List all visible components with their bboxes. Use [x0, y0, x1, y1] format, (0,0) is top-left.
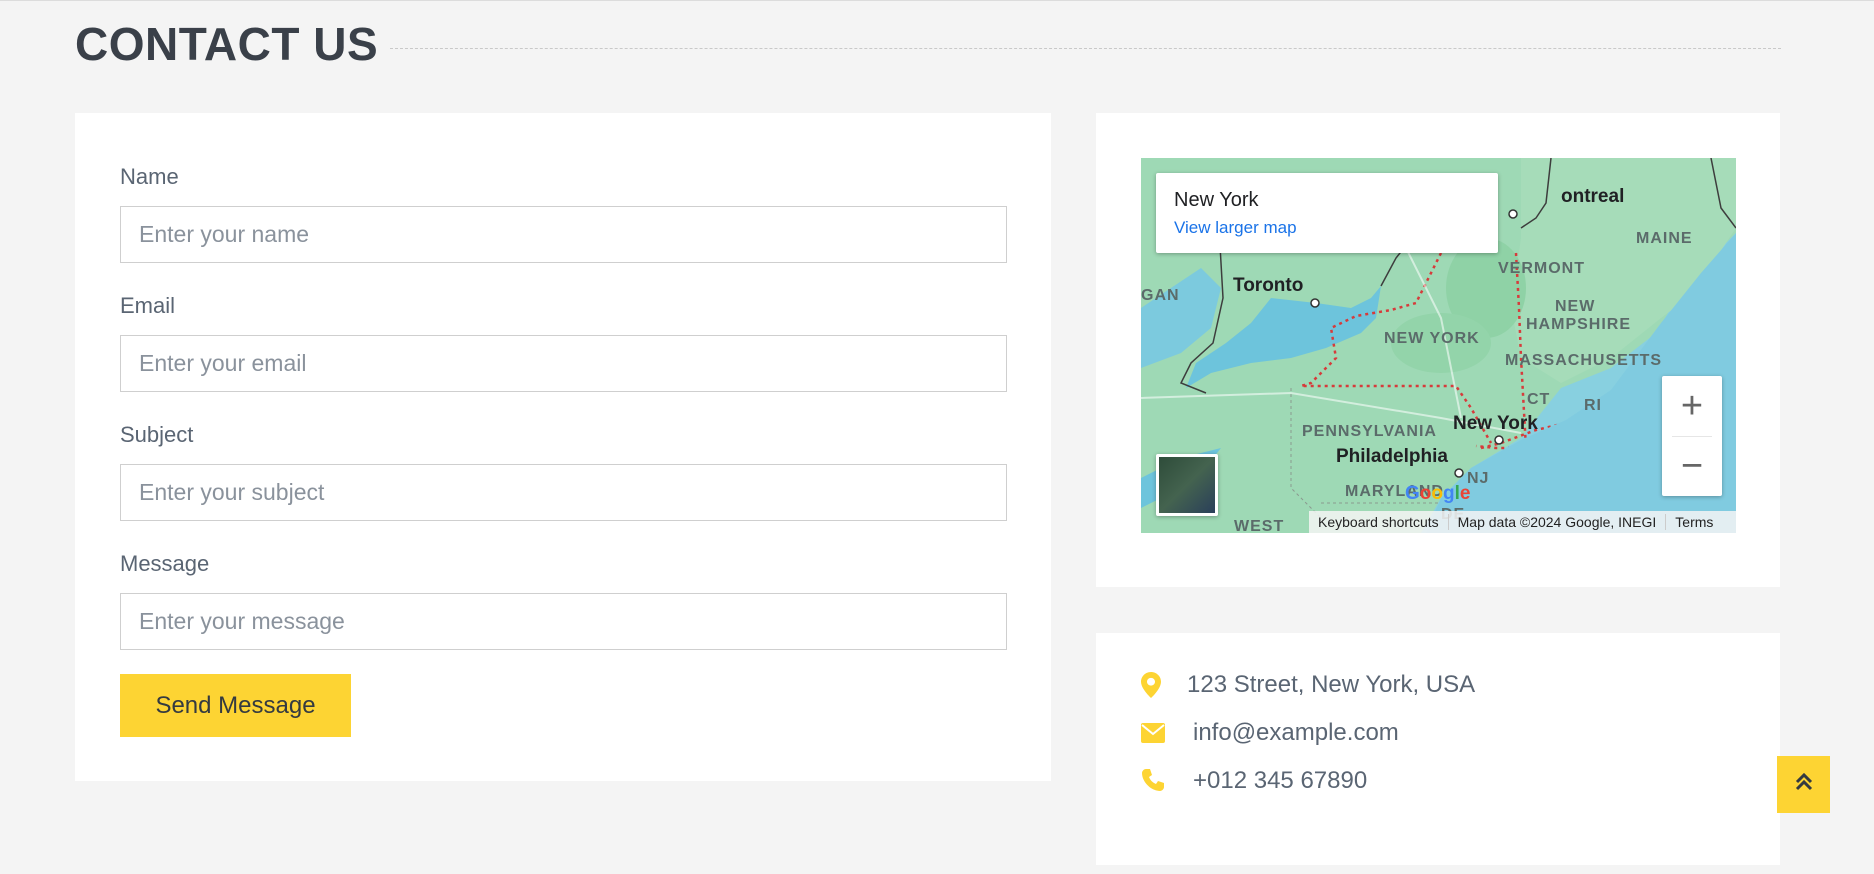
map-label-ri: RI: [1584, 397, 1602, 414]
title-divider: [390, 48, 1781, 49]
map-label-maine: MAINE: [1636, 230, 1693, 247]
map-card: ontreal MAINE VERMONT GAN Toronto NEW HA…: [1096, 113, 1780, 587]
satellite-layer-toggle[interactable]: [1156, 454, 1218, 516]
map-label-new-york-state: NEW YORK: [1384, 330, 1480, 347]
map-label-toronto: Toronto: [1233, 275, 1304, 296]
map-place-name: New York: [1174, 189, 1259, 211]
map-label-philadelphia: Philadelphia: [1336, 446, 1448, 467]
email-text: info@example.com: [1193, 719, 1399, 746]
map-terms-link[interactable]: Terms: [1666, 514, 1722, 530]
email-input[interactable]: [120, 335, 1007, 392]
map-label-new-york-city: New York: [1453, 413, 1538, 434]
map-label-new-hampshire-2: HAMPSHIRE: [1526, 316, 1632, 333]
section-title: CONTACT US: [75, 18, 379, 70]
map-label-pennsylvania: PENNSYLVANIA: [1302, 423, 1437, 440]
map-label-vermont: VERMONT: [1498, 260, 1585, 277]
address-text: 123 Street, New York, USA: [1187, 671, 1476, 698]
name-input[interactable]: [120, 206, 1007, 263]
keyboard-shortcuts-link[interactable]: Keyboard shortcuts: [1309, 514, 1449, 530]
back-to-top-button[interactable]: [1777, 756, 1830, 813]
email-row: info@example.com: [1141, 719, 1399, 747]
phone-icon: [1141, 768, 1165, 794]
map-label-ct: CT: [1527, 391, 1551, 408]
zoom-out-button[interactable]: −: [1662, 436, 1722, 496]
subject-label: Subject: [120, 422, 194, 447]
view-larger-map-link[interactable]: View larger map: [1174, 218, 1297, 238]
phone-row: +012 345 67890: [1141, 767, 1367, 795]
map-footer: Keyboard shortcuts Map data ©2024 Google…: [1309, 511, 1736, 533]
map-label-massachusetts: MASSACHUSETTS: [1505, 352, 1663, 369]
email-label: Email: [120, 293, 176, 318]
message-input[interactable]: [120, 593, 1007, 650]
map-attribution: Map data ©2024 Google, INEGI: [1449, 514, 1667, 530]
map-zoom-controls: + −: [1662, 376, 1722, 496]
map-marker-icon: [1141, 672, 1165, 698]
subject-input[interactable]: [120, 464, 1007, 521]
envelope-icon: [1141, 720, 1165, 746]
map-label-michigan: GAN: [1141, 287, 1180, 304]
contact-form-card: Name Email Subject Message Send Message: [75, 113, 1051, 781]
map-place-card: New York View larger map: [1156, 173, 1498, 253]
zoom-in-button[interactable]: +: [1662, 376, 1722, 436]
map-label-montreal: ontreal: [1561, 186, 1625, 207]
google-logo: Google: [1405, 483, 1471, 504]
contact-info-card: 123 Street, New York, USA info@example.c…: [1096, 633, 1780, 865]
embedded-map[interactable]: ontreal MAINE VERMONT GAN Toronto NEW HA…: [1141, 158, 1736, 533]
map-label-new-hampshire-1: NEW: [1555, 298, 1596, 315]
map-label-west: WEST: [1234, 518, 1285, 533]
name-label: Name: [120, 164, 179, 189]
message-label: Message: [120, 551, 210, 576]
address-row: 123 Street, New York, USA: [1141, 671, 1475, 699]
phone-text: +012 345 67890: [1193, 767, 1368, 794]
send-message-button[interactable]: Send Message: [120, 674, 351, 737]
double-chevron-up-icon: [1795, 772, 1813, 797]
